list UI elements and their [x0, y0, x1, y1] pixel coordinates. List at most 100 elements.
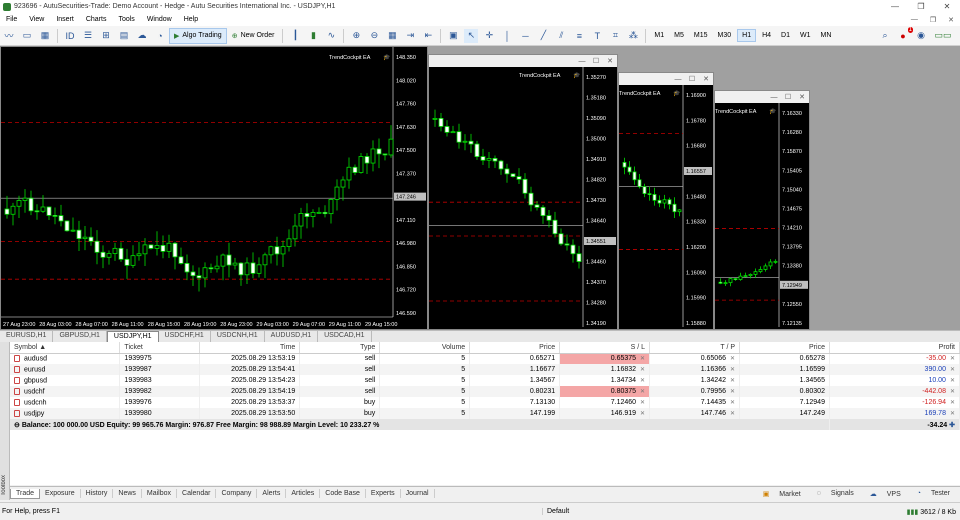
tab-alerts[interactable]: Alerts	[257, 489, 287, 498]
col-tp[interactable]: T / P	[649, 342, 741, 354]
crosshair-icon[interactable]: ✛	[482, 29, 496, 43]
timeframe-w1[interactable]: W1	[796, 30, 815, 41]
tab-history[interactable]: History	[81, 489, 114, 498]
chart-tab-audusd[interactable]: AUDUSD,H1	[265, 331, 319, 342]
cell-tp[interactable]: 1.34242 ✕	[649, 375, 741, 386]
chart-window-3-header[interactable]: — ☐ ✕	[619, 73, 713, 85]
tester-button[interactable]: ◔ Tester	[913, 490, 954, 497]
data-window-icon[interactable]: ▤	[117, 29, 131, 43]
timeframe-m5[interactable]: M5	[670, 30, 688, 41]
channel-icon[interactable]: ⫽	[554, 29, 568, 43]
chart-2[interactable]: 1.35270 1.35180 1.35090 1.35000 1.34910 1.348…	[429, 67, 617, 329]
col-sl[interactable]: S / L	[559, 342, 651, 354]
menu-insert[interactable]: Insert	[50, 16, 80, 23]
tab-news[interactable]: News	[113, 489, 142, 498]
market-watch-icon[interactable]: ☰	[81, 29, 95, 43]
col-price[interactable]: Price	[469, 342, 561, 354]
cell-tp[interactable]: 0.79956 ✕	[649, 386, 741, 397]
chart-shift-icon[interactable]: ⇤	[421, 29, 435, 43]
timeframe-m15[interactable]: M15	[690, 30, 712, 41]
chart2-maximize-button[interactable]: ☐	[589, 57, 603, 65]
chart-window-2[interactable]: — ☐ ✕ 1.35270 1.35180 1.35090 1.35000 1.34910 1…	[428, 54, 618, 330]
objects-icon[interactable]: ⁂	[626, 29, 640, 43]
trade-row[interactable]: audusd 1939975 2025.08.29 13:53:19 sell 5 0.6…	[10, 353, 960, 364]
col-symbol[interactable]: Symbol ▲	[10, 342, 121, 354]
col-profit[interactable]: Profit	[829, 342, 960, 354]
trade-row[interactable]: gbpusd 1939983 2025.08.29 13:54:23 sell 5 1.3…	[10, 375, 960, 386]
toolbox-sidebar[interactable]: Toolbox	[0, 342, 10, 500]
trendline-icon[interactable]: ╱	[536, 29, 550, 43]
timeframe-m30[interactable]: M30	[714, 30, 736, 41]
timeframe-m1[interactable]: M1	[650, 30, 668, 41]
chart-window-usdjpy[interactable]: 148.350 148.020 147.760 147.630 147.500 147.3…	[0, 46, 428, 330]
cell-tp[interactable]: 0.65066 ✕	[649, 353, 741, 364]
chart-tab-eurusd[interactable]: EURUSD,H1	[0, 331, 54, 342]
menu-window[interactable]: Window	[141, 16, 178, 23]
zoom-in-icon[interactable]: ⊕	[349, 29, 363, 43]
chart-tab-usdchf[interactable]: USDCHF,H1	[159, 331, 211, 342]
trade-row[interactable]: usdcnh 1939976 2025.08.29 13:53:37 buy 5 7.13…	[10, 397, 960, 408]
cell-sl[interactable]: 0.80375 ✕	[559, 386, 651, 397]
maximize-button[interactable]: ❐	[908, 0, 934, 13]
autoscroll-icon[interactable]: ⇥	[403, 29, 417, 43]
tab-mailbox[interactable]: Mailbox	[142, 489, 178, 498]
col-current-price[interactable]: Price	[739, 342, 830, 354]
chart3-close-button[interactable]: ✕	[699, 75, 713, 83]
bar-chart-icon[interactable]: ┃	[288, 29, 302, 43]
chart2-close-button[interactable]: ✕	[603, 57, 617, 65]
new-order-button[interactable]: ⊕ New Order	[227, 28, 280, 44]
vps-button[interactable]: ☁ VPS	[866, 490, 905, 498]
signals-button[interactable]: ◌ Signals	[813, 490, 858, 497]
tab-company[interactable]: Company	[216, 489, 258, 498]
algo-trading-button[interactable]: ▶ Algo Trading	[169, 27, 227, 44]
tab-code-base[interactable]: Code Base	[320, 489, 366, 498]
chart-4[interactable]: 7.16330 7.16280 7.15870 7.15405 7.15040 7.146…	[715, 103, 809, 329]
search-icon[interactable]: ⌕	[878, 29, 892, 43]
timeframe-mn[interactable]: MN	[817, 30, 836, 41]
cell-sl[interactable]: 146.919 ✕	[559, 408, 651, 419]
chart-window-2-header[interactable]: — ☐ ✕	[429, 55, 617, 67]
menu-tools[interactable]: Tools	[112, 16, 140, 23]
cloud-icon[interactable]: ☁	[135, 29, 149, 43]
minimize-button[interactable]: —	[882, 0, 908, 13]
chart-3[interactable]: 1.16900 1.16780 1.16680 1.16557 1.16480 1.163…	[619, 85, 713, 329]
chart-tab-usdcnh[interactable]: USDCNH,H1	[211, 331, 265, 342]
tab-exposure[interactable]: Exposure	[40, 489, 81, 498]
notifications-icon[interactable]: ● 1	[896, 26, 913, 43]
chart-tab-gbpusd[interactable]: GBPUSD,H1	[53, 331, 107, 342]
market-button[interactable]: ▣ Market	[759, 490, 805, 498]
chart-tab-usdcad[interactable]: USDCAD,H1	[318, 331, 372, 342]
timeframe-h4[interactable]: H4	[758, 30, 775, 41]
col-type[interactable]: Type	[299, 342, 381, 354]
horizontal-line-icon[interactable]: ─	[518, 29, 532, 43]
vertical-line-icon[interactable]: │	[500, 29, 514, 43]
chart-type-icon[interactable]: 〰	[2, 29, 16, 43]
chart4-close-button[interactable]: ✕	[795, 93, 809, 101]
cursor-icon[interactable]: ↖	[464, 28, 479, 43]
col-volume[interactable]: Volume	[379, 342, 471, 354]
cell-tp[interactable]: 1.16366 ✕	[649, 364, 741, 375]
grid-icon[interactable]: ▦	[385, 29, 399, 43]
shapes-icon[interactable]: ⌗	[608, 29, 622, 43]
chart-window-4[interactable]: — ☐ ✕ 7.16330 7.16280 7.15870 7.15405 7.15040 7…	[714, 90, 810, 330]
usdjpy-chart[interactable]: 148.350 148.020 147.760 147.630 147.500 147.3…	[1, 47, 427, 329]
chart4-minimize-button[interactable]: —	[767, 94, 781, 101]
timeframe-d1[interactable]: D1	[777, 30, 794, 41]
line-chart-icon[interactable]: ∿	[324, 29, 338, 43]
fibo-icon[interactable]: ≡	[572, 29, 586, 43]
menu-help[interactable]: Help	[178, 16, 204, 23]
navigator-icon[interactable]: ⊞	[99, 29, 113, 43]
chart3-minimize-button[interactable]: —	[671, 76, 685, 83]
trade-row[interactable]: usdjpy 1939980 2025.08.29 13:53:50 buy 5 147.…	[10, 408, 960, 419]
account-icon[interactable]: ◉	[914, 29, 928, 43]
cell-sl[interactable]: 7.12460 ✕	[559, 397, 651, 408]
cell-sl[interactable]: 1.16832 ✕	[559, 364, 651, 375]
chart-window-3[interactable]: — ☐ ✕ 1.16900 1.16780 1.16680 1.16557 1.16480 1…	[618, 72, 714, 330]
cell-tp[interactable]: 7.14435 ✕	[649, 397, 741, 408]
indicators-icon[interactable]: ▣	[446, 29, 460, 43]
cell-tp[interactable]: 147.746 ✕	[649, 408, 741, 419]
chart-tab-usdjpy[interactable]: USDJPY,H1	[106, 331, 159, 342]
mdi-close-button[interactable]: ✕	[942, 16, 960, 24]
menu-file[interactable]: File	[0, 16, 23, 23]
chart2-minimize-button[interactable]: —	[575, 58, 589, 65]
